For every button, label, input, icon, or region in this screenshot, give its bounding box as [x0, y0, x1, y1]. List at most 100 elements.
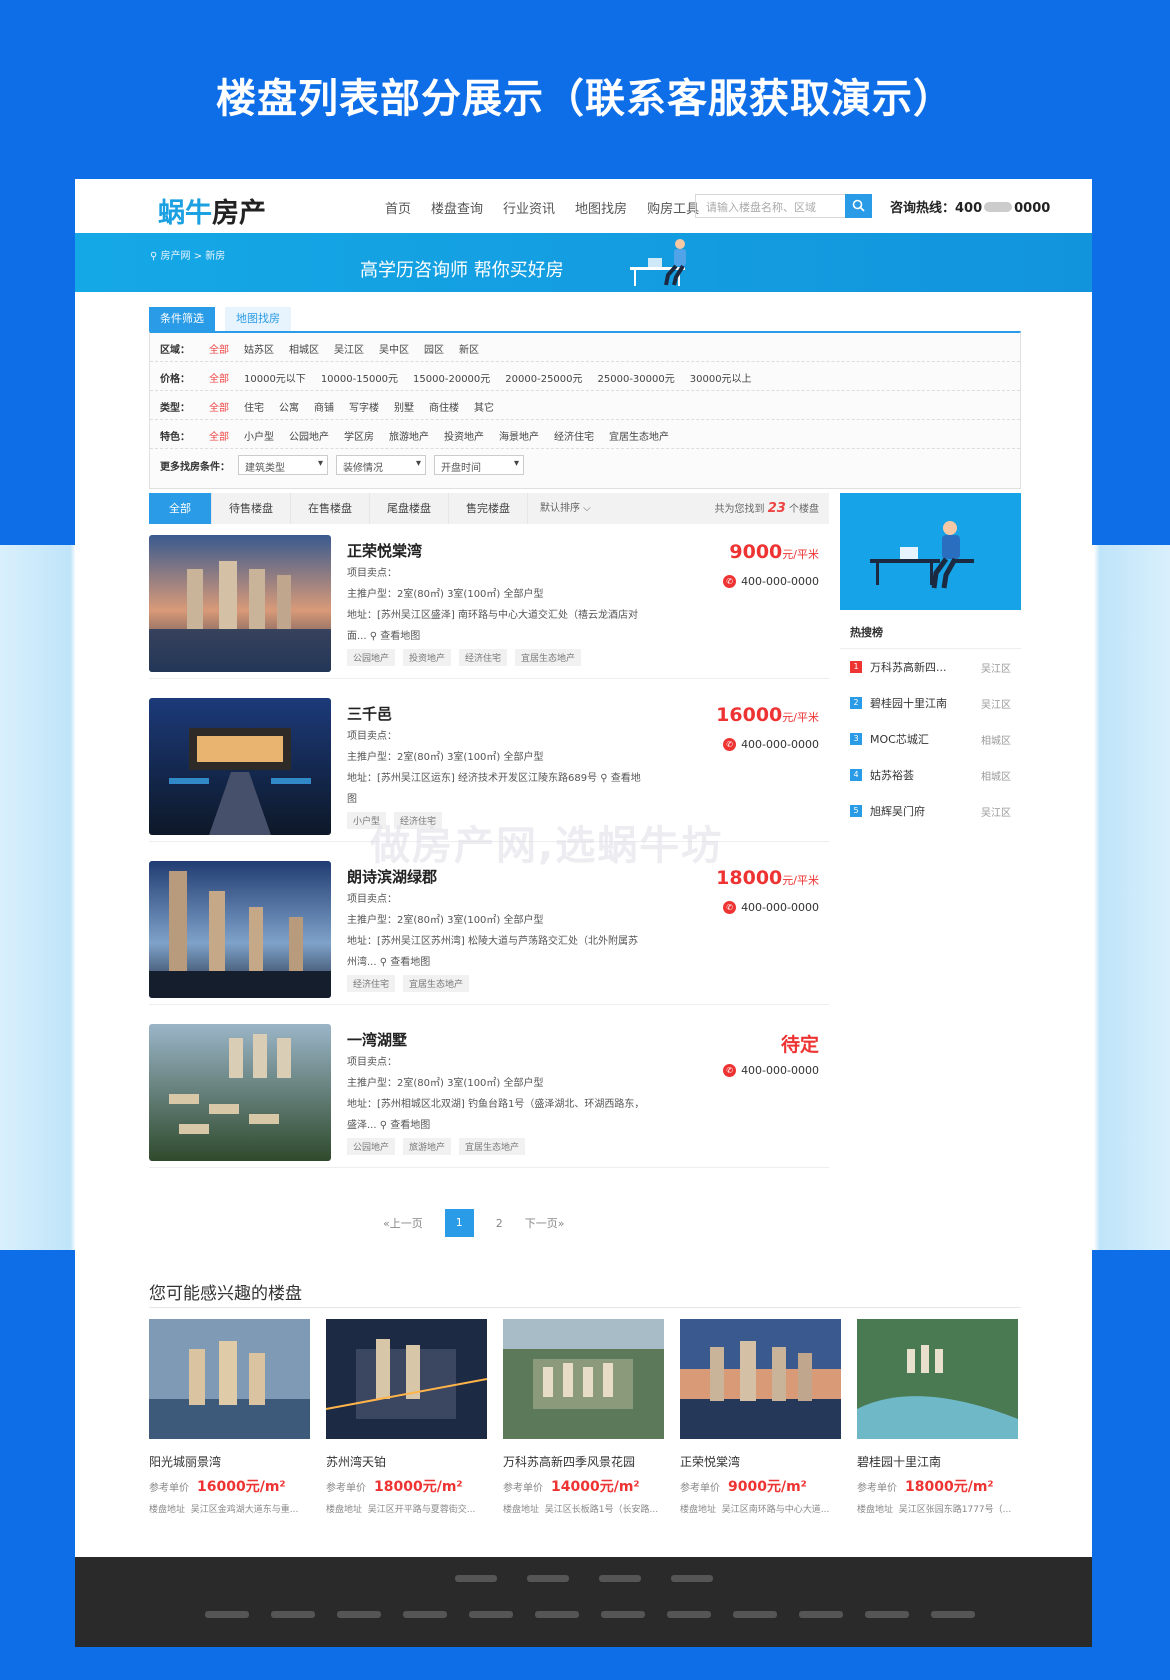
website-page: 蜗牛房产 首页 楼盘查询 行业资讯 地图找房 购房工具 请输入楼盘名称、区域 咨…: [75, 179, 1092, 1647]
hot-item[interactable]: 2 碧桂园十里江南 吴江区: [840, 685, 1021, 721]
nav-tools[interactable]: 购房工具: [647, 198, 699, 217]
main-nav: 首页 楼盘查询 行业资讯 地图找房 购房工具: [385, 198, 699, 217]
page-2-button[interactable]: 2: [496, 1217, 503, 1230]
recommend-photo[interactable]: [503, 1319, 664, 1439]
recommend-photo[interactable]: [149, 1319, 310, 1439]
listing-name[interactable]: 一湾湖墅: [347, 1029, 407, 1050]
listing-tabs: 全部 待售楼盘 在售楼盘 尾盘楼盘 售完楼盘 默认排序 ⌵ 共为您找到 23 个…: [149, 493, 829, 524]
recommend-card[interactable]: 苏州湾天铂 参考单价 18000元/m² 楼盘地址 吴江区开平路与夏蓉街交...: [325, 1319, 488, 1515]
dropdown-building-type[interactable]: 建筑类型: [238, 455, 328, 475]
hot-list-title: 热搜榜: [840, 624, 1021, 649]
dropdown-decoration[interactable]: 装修情况: [336, 455, 426, 475]
recommend-title: 您可能感兴趣的楼盘: [149, 1284, 302, 1304]
phone-icon: ✆: [723, 1064, 737, 1077]
footer-links-blurred: [205, 1611, 975, 1618]
consultant-illustration: [630, 239, 686, 286]
search-button[interactable]: [845, 194, 872, 218]
recommend-card[interactable]: 万科苏高新四季风景花园 参考单价 14000元/m² 楼盘地址 吴江区长板路1号（…: [503, 1319, 664, 1515]
nav-home[interactable]: 首页: [385, 198, 411, 217]
result-count: 共为您找到 23 个楼盘: [714, 501, 819, 516]
hot-item[interactable]: 3 MOC芯城汇 相城区: [840, 721, 1021, 757]
listing-item: 一湾湖墅 项目卖点： 主推户型：2室(80㎡) 3室(100㎡) 全部户型 地址…: [149, 1016, 829, 1168]
page-1-button[interactable]: 1: [444, 1209, 474, 1237]
search-tabs: 条件筛选 地图找房: [149, 307, 301, 331]
pagination: «上一页 1 2 下一页»: [383, 1209, 564, 1237]
filter-row-feature: 特色： 全部 小户型 公园地产 学区房 旅游地产 投资地产 海景地产 经济住宅 …: [150, 420, 1020, 449]
filter-panel: 区域： 全部 姑苏区 相城区 吴江区 吴中区 园区 新区 价格： 全部 1000…: [149, 331, 1021, 489]
listing-photo[interactable]: [149, 1024, 331, 1161]
listing-tab-all[interactable]: 全部: [149, 493, 212, 524]
view-map-link[interactable]: 查看地图: [390, 957, 430, 968]
listing-tags: 公园地产 投资地产 经济住宅 宜居生态地产: [347, 649, 582, 666]
filter-row-type: 类型： 全部 住宅 公寓 商铺 写字楼 别墅 商住楼 其它: [150, 391, 1020, 420]
view-map-link[interactable]: 查看地图: [390, 1120, 430, 1131]
listing-price: 9000元/平米: [729, 541, 819, 563]
map-pin-icon: ⚲: [379, 1120, 388, 1131]
listing-phone: ✆ 400-000-0000: [723, 738, 819, 751]
filter-row-price: 价格： 全部 10000元以下 10000-15000元 15000-20000…: [150, 362, 1020, 391]
nav-map[interactable]: 地图找房: [575, 198, 627, 217]
listing-phone: ✆ 400-000-0000: [723, 575, 819, 588]
search-input[interactable]: 请输入楼盘名称、区域: [695, 194, 847, 218]
sidebar-illustration: [840, 493, 1021, 610]
map-pin-icon: ⚲: [369, 631, 378, 642]
sub-banner: ⚲ 房产网 > 新房 高学历咨询师 帮你买好房: [75, 233, 1092, 292]
location-pin-icon: ⚲: [150, 251, 161, 262]
hotline: 咨询热线：400 0000: [890, 201, 1051, 216]
map-pin-icon: ⚲: [600, 773, 608, 784]
listing-price: 16000元/平米: [716, 704, 819, 726]
divider: [149, 1307, 1021, 1308]
hot-item[interactable]: 4 姑苏裕荟 相城区: [840, 757, 1021, 793]
phone-icon: ✆: [723, 901, 737, 914]
slogan: 高学历咨询师 帮你买好房: [360, 260, 564, 281]
listing-item: 朗诗滨湖绿郡 项目卖点： 主推户型：2室(80㎡) 3室(100㎡) 全部户型 …: [149, 853, 829, 1005]
listing-item: 正荣悦棠湾 项目卖点： 主推户型：2室(80㎡) 3室(100㎡) 全部户型 地…: [149, 527, 829, 679]
filter-row-district: 区域： 全部 姑苏区 相城区 吴江区 吴中区 园区 新区: [150, 333, 1020, 362]
more-conditions: 更多找房条件： 建筑类型 装修情况 开盘时间: [150, 449, 1020, 481]
phone-icon: ✆: [723, 575, 737, 588]
tab-map-search[interactable]: 地图找房: [225, 307, 291, 331]
hot-item[interactable]: 1 万科苏高新四... 吴江区: [840, 649, 1021, 685]
recommend-photo[interactable]: [857, 1319, 1018, 1439]
recommend-card[interactable]: 阳光城丽景湾 参考单价 16000元/m² 楼盘地址 吴江区金鸡湖大道东与重...: [149, 1319, 310, 1515]
footer-links-blurred: [455, 1575, 713, 1582]
site-logo[interactable]: 蜗牛房产: [158, 191, 266, 230]
sidebar: 热搜榜 1 万科苏高新四... 吴江区 2 碧桂园十里江南 吴江区 3 MOC芯城汇 相城区…: [840, 493, 1021, 829]
recommend-card[interactable]: 碧桂园十里江南 参考单价 18000元/m² 楼盘地址 吴江区张园东路1777号（…: [857, 1319, 1018, 1515]
nav-news[interactable]: 行业资讯: [503, 198, 555, 217]
sort-dropdown[interactable]: 默认排序 ⌵: [528, 493, 603, 524]
recommend-photo[interactable]: [680, 1319, 841, 1439]
map-pin-icon: ⚲: [379, 957, 388, 968]
watermark: 做房产网,选蜗牛坊: [370, 823, 724, 869]
search-icon: [852, 199, 865, 212]
nav-search[interactable]: 楼盘查询: [431, 198, 483, 217]
recommend-card[interactable]: 正荣悦棠湾 参考单价 9000元/m² 楼盘地址 吴江区南环路与中心大道...: [680, 1319, 841, 1515]
listing-tags: 经济住宅 宜居生态地产: [347, 975, 470, 992]
tab-condition-filter[interactable]: 条件筛选: [149, 307, 215, 331]
dropdown-open-time[interactable]: 开盘时间: [434, 455, 524, 475]
listing-price: 18000元/平米: [716, 867, 819, 889]
listing-tags: 公园地产 旅游地产 宜居生态地产: [347, 1138, 526, 1155]
recommend-photo[interactable]: [325, 1319, 488, 1439]
phone-icon: ✆: [723, 738, 737, 751]
listing-photo[interactable]: [149, 535, 331, 672]
listing-tab-pending[interactable]: 待售楼盘: [212, 493, 291, 524]
listing-price: 待定: [780, 1034, 819, 1056]
listing-phone: ✆ 400-000-0000: [723, 1064, 819, 1077]
breadcrumb: ⚲ 房产网 > 新房: [150, 251, 226, 262]
next-page-button[interactable]: 下一页»: [525, 1215, 565, 1231]
listing-tab-onsale[interactable]: 在售楼盘: [291, 493, 370, 524]
listing-phone: ✆ 400-000-0000: [723, 901, 819, 914]
site-footer: [75, 1557, 1092, 1647]
listing-tab-soldout[interactable]: 售完楼盘: [449, 493, 528, 524]
listing-photo[interactable]: [149, 698, 331, 835]
banner-title: 楼盘列表部分展示（联系客服获取演示）: [216, 76, 954, 122]
listing-name[interactable]: 正荣悦棠湾: [347, 540, 422, 561]
view-map-link[interactable]: 查看地图: [380, 631, 420, 642]
hot-item[interactable]: 5 旭辉吴门府 吴江区: [840, 793, 1021, 829]
site-header: 蜗牛房产 首页 楼盘查询 行业资讯 地图找房 购房工具 请输入楼盘名称、区域 咨…: [75, 179, 1092, 233]
listing-name[interactable]: 三千邑: [347, 703, 392, 724]
prev-page-button[interactable]: «上一页: [383, 1215, 423, 1231]
listing-photo[interactable]: [149, 861, 331, 998]
listing-tab-tail[interactable]: 尾盘楼盘: [370, 493, 449, 524]
